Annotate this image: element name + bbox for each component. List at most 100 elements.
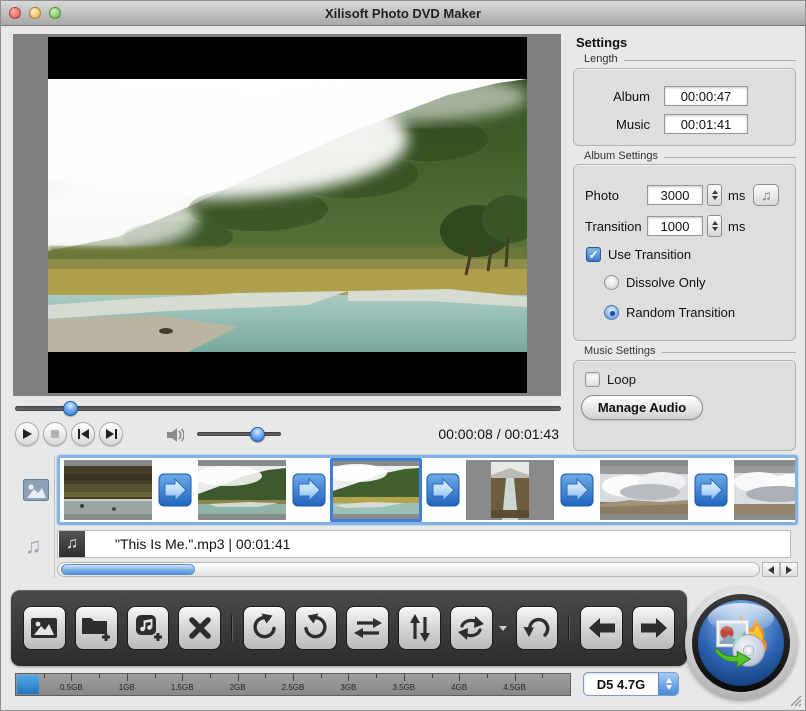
loop-checkbox[interactable]: [585, 372, 600, 387]
transition-arrow-button[interactable]: [158, 473, 192, 507]
capacity-tick: [155, 674, 156, 678]
dissolve-only-radio[interactable]: [604, 275, 619, 290]
rotate-counterclockwise-button[interactable]: [243, 606, 286, 650]
timeline-thumbnail[interactable]: [732, 458, 798, 522]
capacity-tick: [210, 674, 211, 678]
rotate-clockwise-button[interactable]: [295, 606, 338, 650]
capacity-tick: [182, 674, 183, 681]
audio-track-label: "This Is Me.".mp3 | 00:01:41: [115, 536, 290, 552]
manage-audio-button[interactable]: Manage Audio: [581, 395, 703, 420]
move-right-button[interactable]: [632, 606, 675, 650]
random-transition-radio[interactable]: [604, 305, 619, 320]
transition-arrow-button[interactable]: [292, 473, 326, 507]
burn-button-gloss: [708, 603, 774, 633]
audio-timeline-row[interactable]: ♫ "This Is Me.".mp3 | 00:01:41: [57, 530, 791, 558]
toolbar-separator: [568, 615, 570, 641]
capacity-tick: [99, 674, 100, 678]
dropdown-stepper-icon[interactable]: [658, 673, 678, 695]
time-display: 00:00:08 / 00:01:43: [438, 426, 559, 442]
window-title: Xilisoft Photo DVD Maker: [1, 6, 805, 21]
use-transition-checkbox[interactable]: [586, 247, 601, 262]
photo-duration-stepper[interactable]: [707, 184, 722, 206]
thumbnail-image: [600, 460, 688, 520]
loop-label: Loop: [607, 372, 636, 387]
scroll-left-button[interactable]: [762, 562, 780, 577]
add-music-button[interactable]: [127, 606, 170, 650]
photo-track-icon[interactable]: [23, 479, 49, 501]
timeline-thumbnail[interactable]: [196, 458, 288, 522]
length-group-box: [573, 68, 796, 146]
capacity-tick-label: 0.5GB: [60, 683, 83, 692]
timeline-thumbnail[interactable]: [464, 458, 556, 522]
transition-arrow-button[interactable]: [560, 473, 594, 507]
toolbar-separator: [231, 615, 233, 641]
seek-knob[interactable]: [63, 401, 78, 416]
stop-button[interactable]: [43, 422, 67, 446]
scroll-right-button[interactable]: [780, 562, 798, 577]
scroll-left-icon: [768, 566, 774, 574]
capacity-tick-label: 4.5GB: [503, 683, 526, 692]
next-button[interactable]: [99, 422, 123, 446]
music-length-value: 00:01:41: [664, 114, 748, 134]
random-transition-label: Random Transition: [626, 305, 735, 320]
volume-knob[interactable]: [250, 427, 265, 442]
capacity-tick: [293, 674, 294, 681]
preview-photo: [48, 79, 527, 352]
music-length-label: Music: [616, 117, 650, 132]
transition-duration-input[interactable]: 1000: [647, 216, 703, 236]
add-folder-button[interactable]: [75, 606, 118, 650]
capacity-tick: [376, 674, 377, 678]
transition-arrow-button[interactable]: [694, 473, 728, 507]
timeline-thumbnail[interactable]: [598, 458, 690, 522]
undo-button[interactable]: [516, 606, 559, 650]
play-button[interactable]: [15, 422, 39, 446]
timeline-thumbnail[interactable]: [62, 458, 154, 522]
timeline-thumbnail-selected[interactable]: [330, 458, 422, 522]
app-window: Xilisoft Photo DVD Maker: [0, 0, 806, 711]
swap-horizontal-button[interactable]: [346, 606, 389, 650]
previous-button[interactable]: [71, 422, 95, 446]
burn-button-face: [698, 600, 784, 686]
volume-icon: [166, 427, 184, 443]
music-track-icon[interactable]: ♫: [25, 533, 42, 559]
photo-duration-label: Photo: [585, 188, 647, 203]
burn-button[interactable]: [685, 587, 797, 699]
transition-effects-button[interactable]: [450, 606, 493, 650]
transition-effects-icon: [455, 612, 487, 644]
delete-button[interactable]: [178, 606, 221, 650]
move-left-button[interactable]: [580, 606, 623, 650]
fit-to-music-button[interactable]: ♫: [753, 184, 779, 206]
transition-arrow-button[interactable]: [426, 473, 460, 507]
timeline-scrollbar[interactable]: [57, 562, 760, 577]
transition-dropdown-caret[interactable]: [499, 626, 507, 631]
photo-duration-input[interactable]: 3000: [647, 185, 703, 205]
stop-icon: [51, 430, 59, 438]
add-photo-button[interactable]: [23, 606, 66, 650]
length-group-label: Length: [584, 53, 796, 65]
add-folder-icon: [80, 612, 112, 644]
album-length-label: Album: [613, 89, 650, 104]
thumbnail-image: [466, 460, 554, 520]
transition-duration-stepper[interactable]: [707, 215, 722, 237]
photo-timeline-strip[interactable]: [57, 455, 798, 525]
preview-frame: [13, 34, 561, 396]
disc-type-value: D5 4.7G: [584, 677, 658, 692]
preview-letterbox: [48, 37, 527, 393]
rotate-clockwise-icon: [300, 612, 332, 644]
capacity-tick-label: 3.5GB: [392, 683, 415, 692]
capacity-tick-label: 1.5GB: [171, 683, 194, 692]
photo-duration-unit: ms: [728, 188, 745, 203]
capacity-tick-label: 2.5GB: [282, 683, 305, 692]
thumbnail-image: [734, 460, 798, 520]
seek-slider[interactable]: [15, 406, 561, 411]
capacity-tick: [404, 674, 405, 681]
burn-button-ring: [692, 594, 790, 692]
right-arrow-icon: [638, 612, 670, 644]
swap-vertical-button[interactable]: [398, 606, 441, 650]
resize-grip[interactable]: [788, 693, 802, 707]
main-toolbar: [11, 590, 687, 666]
title-bar[interactable]: Xilisoft Photo DVD Maker: [1, 1, 805, 26]
volume-slider[interactable]: [197, 432, 281, 436]
disc-type-dropdown[interactable]: D5 4.7G: [583, 672, 679, 696]
timeline-scrollbar-thumb[interactable]: [61, 564, 195, 575]
